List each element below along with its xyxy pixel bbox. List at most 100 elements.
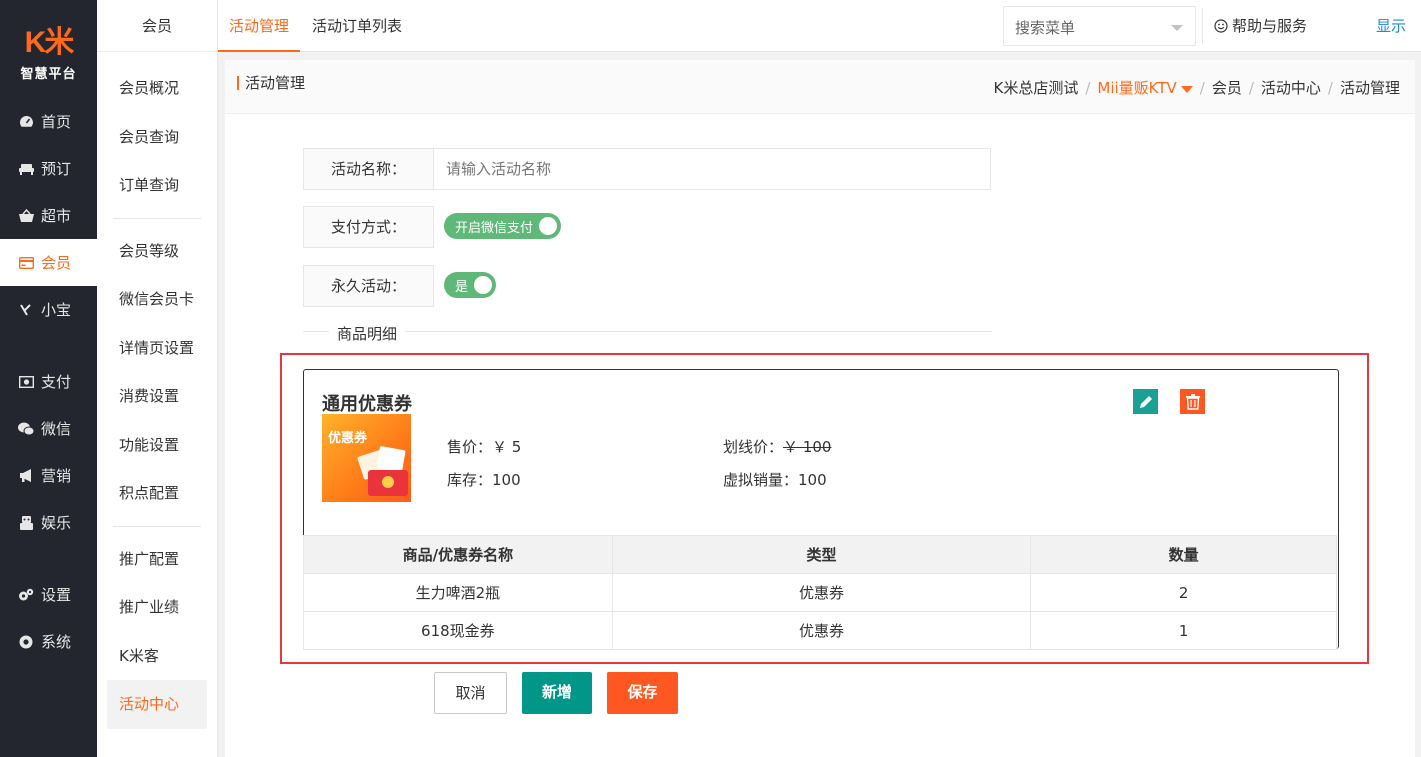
subnav-item-points-config[interactable]: 积点配置 — [97, 469, 217, 518]
wechat-pay-toggle[interactable]: 开启微信支付 — [444, 213, 562, 239]
card-title: 通用优惠券 — [322, 394, 412, 415]
permanent-activity-label: 永久活动： — [303, 265, 434, 307]
save-button[interactable]: 保存 — [607, 672, 678, 714]
table-header-row: 商品/优惠券名称 类型 数量 — [303, 535, 1337, 574]
sidebar-item-label: 会员 — [41, 254, 72, 272]
section-title: 商品明细 — [329, 323, 406, 344]
sidebar-item-label: 超市 — [41, 207, 72, 225]
tab-activity-orders[interactable]: 活动订单列表 — [312, 0, 402, 52]
basket-icon — [18, 208, 34, 224]
robot-icon — [18, 515, 34, 531]
sidebar-item-label: 首页 — [41, 113, 72, 131]
add-button[interactable]: 新增 — [522, 672, 592, 714]
search-placeholder: 搜索菜单 — [1015, 19, 1076, 37]
xiaobao-icon — [18, 302, 34, 318]
toggle-label: 开启微信支付 — [455, 220, 534, 236]
breadcrumb-activity-center[interactable]: 活动中心 — [1261, 77, 1321, 98]
sidebar-item-entertainment[interactable]: 娱乐 — [0, 499, 97, 546]
sidebar-item-wechat[interactable]: 微信 — [0, 405, 97, 452]
payment-method-row: 支付方式： 开启微信支付 — [303, 206, 562, 248]
payment-method-label: 支付方式： — [303, 206, 434, 248]
breadcrumb-store[interactable]: K米总店测试 — [993, 77, 1078, 98]
original-price: 划线价：￥ 100 — [723, 436, 831, 457]
sidebar-item-settings[interactable]: 设置 — [0, 571, 97, 618]
breadcrumb-venue-dropdown[interactable]: Mii量贩KTV — [1097, 77, 1193, 98]
cell-type: 优惠券 — [611, 573, 1032, 612]
toggle-knob — [539, 217, 558, 235]
subnav-item-detail-page[interactable]: 详情页设置 — [97, 324, 217, 373]
activity-name-input[interactable] — [434, 148, 991, 190]
venue-label: Mii量贩KTV — [1097, 79, 1177, 97]
breadcrumb-separator: / — [1199, 78, 1205, 97]
column-header: 类型 — [611, 535, 1032, 574]
breadcrumb-member[interactable]: 会员 — [1212, 77, 1242, 98]
top-bar: 活动管理 活动订单列表 搜索菜单 帮助与服务 显示 — [218, 0, 1421, 52]
subnav-item-activity-center[interactable]: 活动中心 — [107, 680, 207, 729]
breadcrumb: K米总店测试 / Mii量贩KTV / 会员 / 活动中心 / 活动管理 — [993, 77, 1400, 98]
toggle-knob — [474, 276, 493, 294]
show-link[interactable]: 显示 — [1376, 0, 1406, 52]
sidebar-item-xiaobao[interactable]: 小宝 — [0, 286, 97, 333]
subnav-item-member-level[interactable]: 会员等级 — [97, 227, 217, 276]
sidebar-item-label: 系统 — [41, 633, 72, 651]
cancel-button[interactable]: 取消 — [434, 672, 507, 714]
pencil-icon — [1139, 395, 1152, 408]
menu-search-select[interactable]: 搜索菜单 — [1003, 6, 1196, 46]
cell-name: 生力啤酒2瓶 — [303, 573, 613, 612]
edit-button[interactable] — [1133, 389, 1158, 414]
trash-icon — [1185, 394, 1200, 410]
activity-name-label: 活动名称： — [303, 148, 434, 190]
delete-button[interactable] — [1180, 389, 1205, 414]
table-row: 生力啤酒2瓶 优惠券 2 — [303, 573, 1337, 612]
sidebar-item-market[interactable]: 超市 — [0, 192, 97, 239]
breadcrumb-separator: / — [1085, 78, 1091, 97]
subnav-title: 会员 — [97, 0, 217, 52]
column-header: 商品/优惠券名称 — [303, 535, 613, 574]
subnav-divider — [113, 525, 201, 527]
activity-name-row: 活动名称： — [303, 148, 991, 190]
logo[interactable]: K米 智慧平台 — [0, 0, 97, 98]
original-price-value: ￥ 100 — [783, 438, 832, 456]
price: 售价：￥ 5 — [447, 438, 522, 456]
chrome-icon — [18, 634, 34, 650]
breadcrumb-separator: / — [1248, 78, 1254, 97]
sidebar-item-member[interactable]: 会员 — [0, 239, 97, 286]
help-service-link[interactable]: 帮助与服务 — [1214, 0, 1307, 52]
sidebar-item-home[interactable]: 首页 — [0, 98, 97, 145]
subnav-item-member-query[interactable]: 会员查询 — [97, 113, 217, 162]
original-price-label: 划线价： — [723, 438, 784, 456]
permanent-activity-toggle[interactable]: 是 — [444, 272, 497, 298]
sidebar-item-booking[interactable]: 预订 — [0, 145, 97, 192]
sidebar-item-label: 娱乐 — [41, 514, 72, 532]
main-sidebar: K米 智慧平台 首页 预订 超市 会员 小宝 支付 微信 营销 娱乐 设置 系统 — [0, 0, 97, 757]
cell-quantity: 2 — [1030, 573, 1337, 612]
card-icon — [18, 255, 34, 271]
subnav-item-promo-config[interactable]: 推广配置 — [97, 535, 217, 584]
sidebar-item-payment[interactable]: 支付 — [0, 358, 97, 405]
megaphone-icon — [18, 468, 34, 484]
subnav-item-promo-performance[interactable]: 推广业绩 — [97, 583, 217, 632]
coin-shape — [382, 476, 394, 488]
subnav-item-order-query[interactable]: 订单查询 — [97, 161, 217, 210]
stock: 库存：100 — [447, 471, 521, 489]
sidebar-item-label: 小宝 — [41, 301, 72, 319]
tab-activity-management[interactable]: 活动管理 — [218, 0, 301, 52]
page-title: 活动管理 — [237, 76, 305, 91]
coupon-image: 优惠券 — [322, 414, 411, 502]
subnav-item-member-overview[interactable]: 会员概况 — [97, 64, 217, 113]
virtual-sales: 虚拟销量：100 — [723, 471, 827, 489]
sidebar-item-system[interactable]: 系统 — [0, 618, 97, 665]
column-header: 数量 — [1030, 535, 1337, 574]
breadcrumb-current: 活动管理 — [1339, 79, 1400, 97]
ticket-shape — [376, 445, 406, 473]
subnav-item-wechat-card[interactable]: 微信会员卡 — [97, 275, 217, 324]
toggle-label: 是 — [455, 279, 469, 295]
chevron-down-icon — [1171, 25, 1183, 31]
sidebar-item-marketing[interactable]: 营销 — [0, 452, 97, 499]
caret-down-icon — [1180, 86, 1193, 93]
subnav-item-consume-settings[interactable]: 消费设置 — [97, 372, 217, 421]
logo-subtitle: 智慧平台 — [20, 66, 77, 82]
subnav-item-kmike[interactable]: K米客 — [97, 632, 217, 681]
sidebar-item-label: 营销 — [41, 467, 72, 485]
subnav-item-feature-settings[interactable]: 功能设置 — [97, 421, 217, 470]
